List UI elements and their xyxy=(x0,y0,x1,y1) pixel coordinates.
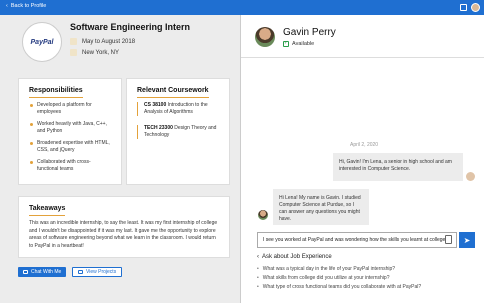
contact-name: Gavin Perry xyxy=(283,27,336,38)
top-bar: ‹ Back to Profile xyxy=(0,0,484,15)
status-badge: Available xyxy=(283,40,315,47)
course-item: TECH 23300 Design Theory and Technology xyxy=(137,125,219,139)
course-item: CS 38100 Introduction to the Analysis of… xyxy=(137,102,219,116)
suggestion-item[interactable]: What was a typical day in the life of yo… xyxy=(257,266,395,272)
view-projects-button[interactable]: View Projects xyxy=(72,267,123,277)
suggestion-item[interactable]: What skills from college did you utilize… xyxy=(257,275,390,281)
job-dates: May to August 2018 xyxy=(70,38,135,45)
course-code: TECH 23300 xyxy=(144,125,173,131)
chat-date: April 2, 2020 xyxy=(350,142,379,148)
job-location: New York, NY xyxy=(70,49,119,56)
responsibilities-heading: Responsibilities xyxy=(29,87,83,98)
coursework-heading: Relevant Coursework xyxy=(137,87,209,98)
message-incoming: Hi Lena! My name is Gavin. I studied Com… xyxy=(273,189,369,225)
chat-icon xyxy=(23,270,28,274)
suggestion-text: What was a typical day in the life of yo… xyxy=(262,266,396,272)
list-item: Developed a platform for employees xyxy=(29,102,111,116)
list-item: Broadened expertise with HTML, CSS, and … xyxy=(29,140,111,154)
job-title: Software Engineering Intern xyxy=(70,22,191,32)
projects-button-label: View Projects xyxy=(86,269,117,275)
job-location-text: New York, NY xyxy=(82,49,120,56)
chat-with-me-button[interactable]: Chat With Me xyxy=(18,267,67,277)
ask-heading: Ask about Job Experience xyxy=(262,254,332,260)
avatar xyxy=(258,210,268,220)
message-input[interactable]: I see you worked at PayPal and was wonde… xyxy=(257,232,457,248)
chat-icon[interactable] xyxy=(460,4,467,11)
check-icon xyxy=(283,40,289,47)
calendar-icon xyxy=(70,38,77,45)
job-dates-text: May to August 2018 xyxy=(82,38,136,45)
document-icon[interactable] xyxy=(445,235,452,244)
message-outgoing: Hi, Gavin! I'm Lena, a senior in high sc… xyxy=(333,153,463,181)
projects-icon xyxy=(78,270,83,274)
takeaways-heading: Takeaways xyxy=(29,205,66,216)
chevron-left-icon: ‹ xyxy=(6,3,8,9)
back-to-profile-link[interactable]: ‹ Back to Profile xyxy=(6,3,46,9)
user-avatar[interactable] xyxy=(471,3,480,12)
suggestion-item[interactable]: What type of cross functional teams did … xyxy=(257,284,421,290)
chevron-left-icon: ‹ xyxy=(257,254,259,260)
back-label: Back to Profile xyxy=(10,3,47,9)
ask-about-toggle[interactable]: ‹ Ask about Job Experience xyxy=(257,254,332,260)
takeaways-text: This was an incredible internship, to sa… xyxy=(29,220,218,249)
coursework-card: Relevant Coursework CS 38100 Introductio… xyxy=(126,78,230,185)
takeaways-card: Takeaways This was an incredible interns… xyxy=(18,196,230,258)
list-item: Worked heavily with Java, C++, and Pytho… xyxy=(29,121,111,135)
send-arrow-icon: ➤ xyxy=(463,235,471,245)
status-text: Available xyxy=(292,41,315,47)
list-item: Collaborated with cross-functional teams xyxy=(29,159,111,173)
suggestion-text: What type of cross functional teams did … xyxy=(262,284,422,290)
divider xyxy=(241,57,484,58)
chat-button-label: Chat With Me xyxy=(31,269,62,275)
course-code: CS 38100 xyxy=(144,102,167,108)
location-icon xyxy=(70,49,77,56)
company-logo: PayPal xyxy=(22,22,62,62)
send-button[interactable]: ➤ xyxy=(459,232,475,248)
suggestion-text: What skills from college did you utilize… xyxy=(262,275,390,281)
responsibilities-card: Responsibilities Developed a platform fo… xyxy=(18,78,122,185)
avatar xyxy=(466,172,475,181)
avatar xyxy=(255,27,275,47)
